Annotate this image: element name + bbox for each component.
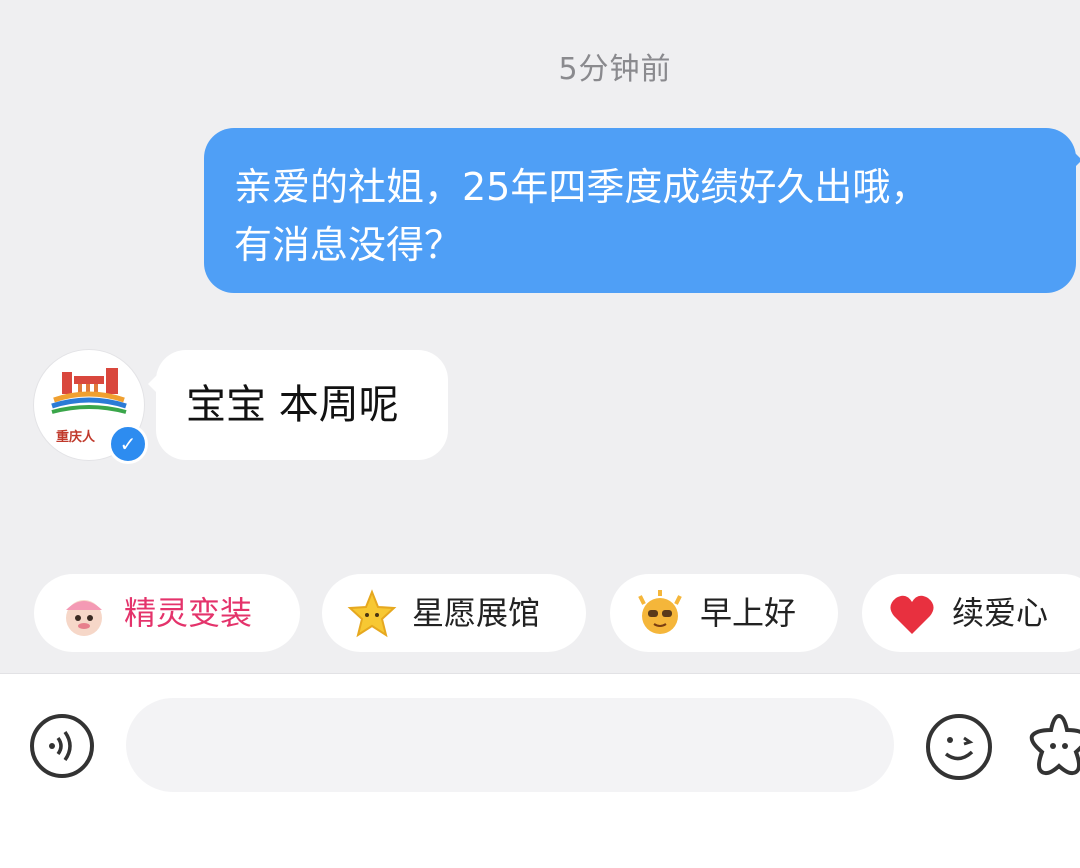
chip-star-wish-gallery[interactable]: 星愿展馆 (322, 574, 586, 652)
elf-avatar-icon (66, 600, 102, 636)
avatar-logo-text: 重庆人 (56, 430, 96, 445)
chip-label: 早上好 (700, 594, 797, 632)
bubble-tail (1072, 150, 1080, 170)
chip-continue-love[interactable]: 续爱心 (862, 574, 1080, 652)
star-sticker-icon[interactable] (1022, 710, 1080, 784)
incoming-message-text: 宝宝 本周呢 (186, 382, 399, 428)
chip-good-morning[interactable]: 早上好 (610, 574, 838, 652)
message-text-input[interactable] (126, 698, 894, 792)
chip-label: 续爱心 (952, 594, 1049, 632)
star-icon (347, 589, 397, 638)
sun-face-icon (638, 590, 682, 634)
bubble-tail (148, 374, 158, 394)
emoji-icon[interactable] (926, 714, 992, 780)
quick-action-bar: 精灵变装 星愿展馆 早上好 续爱心 (0, 574, 1080, 652)
outgoing-message-line-2: 有消息没得？ (234, 223, 463, 267)
voice-icon[interactable] (30, 714, 94, 778)
message-timestamp: 5分钟前 (558, 52, 672, 87)
chip-label: 精灵变装 (124, 594, 253, 632)
chip-elf-costume[interactable]: 精灵变装 (34, 574, 300, 652)
verified-badge-icon: ✓ (108, 424, 148, 464)
heart-icon (890, 595, 934, 634)
outgoing-message-line-1: 亲爱的社姐，25年四季度成绩好久出哦， (234, 165, 929, 209)
chip-label: 星愿展馆 (412, 594, 541, 632)
message-input-bar (0, 673, 1080, 868)
incoming-message-bubble[interactable]: 宝宝 本周呢 (148, 350, 448, 460)
outgoing-message-bubble[interactable]: 亲爱的社姐，25年四季度成绩好久出哦， 有消息没得？ (204, 128, 1080, 293)
